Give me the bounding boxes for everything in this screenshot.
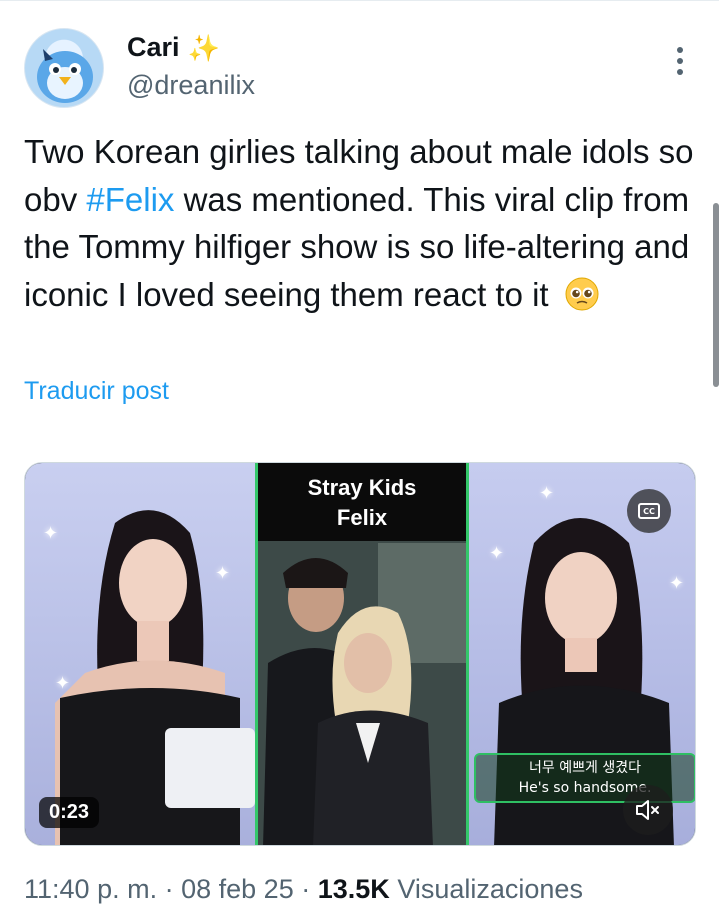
author-name-text: Cari: [127, 32, 180, 62]
top-divider: [0, 0, 719, 4]
views-label: Visualizaciones: [397, 874, 583, 904]
views-count: 13.5K: [317, 874, 390, 904]
video-panel-center: Stray Kids Felix: [255, 463, 469, 845]
sparkle-decor: ✦: [539, 483, 555, 504]
sparkle-decor: ✦: [43, 523, 59, 544]
video-panel-left: ✦ ✦ ✦: [25, 463, 255, 845]
more-vertical-dot: [677, 58, 683, 64]
post-date[interactable]: 08 feb 25: [181, 874, 294, 904]
post-metadata: 11:40 p. m. · 08 feb 25 · 13.5K Visualiz…: [24, 874, 583, 905]
more-options-button[interactable]: [666, 44, 694, 78]
post-text: Two Korean girlies talking about male id…: [24, 128, 694, 318]
hashtag-link[interactable]: #Felix: [86, 181, 174, 218]
subtitle-korean: 너무 예쁘게 생겼다: [529, 760, 641, 776]
avatar[interactable]: [24, 28, 104, 108]
video-frame-center: [258, 541, 466, 845]
unmute-button[interactable]: [623, 785, 673, 835]
closed-captions-icon: CC: [638, 503, 660, 519]
sparkle-decor: ✦: [489, 543, 505, 564]
sparkles-icon: ✨: [187, 32, 220, 63]
video-duration-badge: 0:23: [39, 797, 100, 828]
pleading-face-emoji-icon: [565, 277, 599, 310]
meta-separator: ·: [164, 874, 174, 904]
more-vertical-icon: [677, 47, 683, 53]
more-vertical-dot: [677, 69, 683, 75]
author-display-name[interactable]: Cari ✨: [127, 32, 220, 63]
video-player[interactable]: ✦ ✦ ✦ Stray Kids Felix ✦ ✦ ✦ CC 너무 예쁘게 생…: [24, 462, 696, 846]
meta-separator: ·: [301, 874, 311, 904]
sparkle-decor: ✦: [215, 563, 231, 584]
sparkle-decor: ✦: [55, 673, 71, 694]
author-handle[interactable]: @dreanilix: [127, 70, 255, 101]
closed-captions-button[interactable]: CC: [627, 489, 671, 533]
page-scrollbar[interactable]: [713, 203, 719, 387]
avatar-image: [37, 49, 93, 103]
video-frame-person-left: [55, 510, 255, 845]
post-time[interactable]: 11:40 p. m.: [24, 874, 157, 904]
sparkle-decor: ✦: [669, 573, 685, 594]
speaker-muted-icon: [636, 800, 659, 820]
translate-post-link[interactable]: Traducir post: [24, 377, 169, 406]
